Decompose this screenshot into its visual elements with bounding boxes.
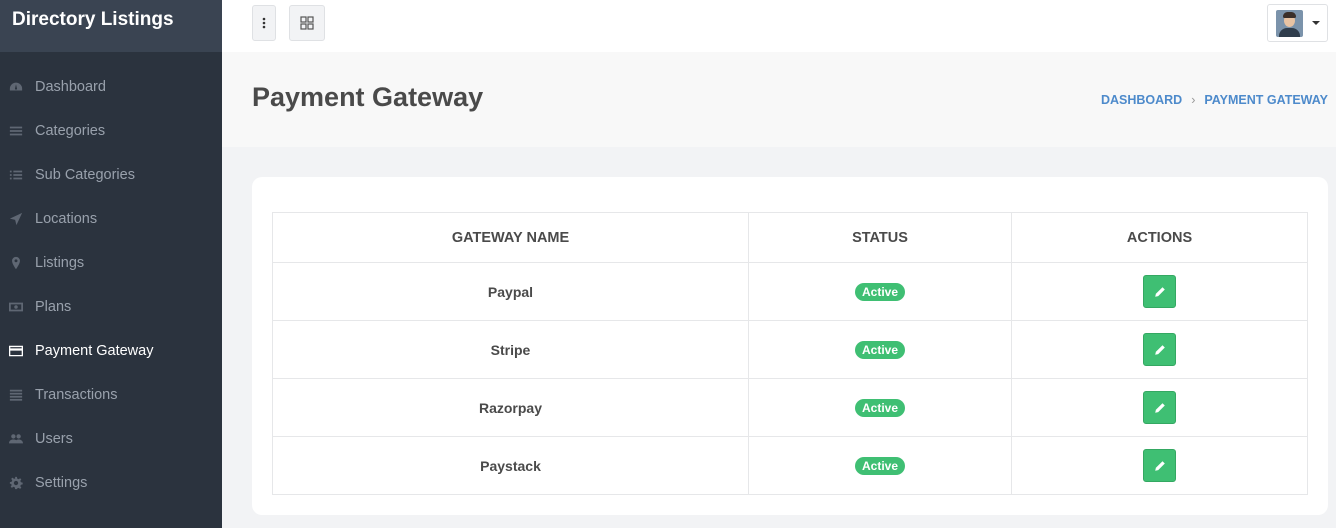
sidebar-item-label: Categories: [35, 123, 106, 139]
actions-cell: [1011, 378, 1308, 437]
list-alt-icon: [8, 387, 24, 403]
gateway-name-cell: Paypal: [272, 262, 749, 321]
dashboard-icon: [8, 79, 24, 95]
sidebar-item-label: Locations: [35, 211, 98, 227]
location-arrow-icon: [8, 211, 24, 227]
status-cell: Active: [748, 320, 1012, 379]
column-header-actions: ACTIONS: [1011, 212, 1308, 263]
page-header: Payment Gateway DASHBOARD › PAYMENT GATE…: [222, 52, 1336, 147]
credit-card-icon: [8, 343, 24, 359]
grid-view-button[interactable]: [289, 5, 325, 41]
sidebar-item-label: Sub Categories: [35, 167, 135, 183]
breadcrumb-current: PAYMENT GATEWAY: [1204, 93, 1328, 107]
list-ul-icon: [8, 167, 24, 183]
map-marker-icon: [8, 255, 24, 271]
sidebar-item-label: Plans: [35, 299, 72, 315]
column-header-gateway-name: GATEWAY NAME: [272, 212, 749, 263]
kebab-icon: [262, 17, 266, 29]
sidebar-item-plans[interactable]: Plans: [0, 285, 222, 329]
breadcrumb: DASHBOARD › PAYMENT GATEWAY: [1101, 93, 1328, 107]
actions-cell: [1011, 436, 1308, 495]
table-row: Stripe Active: [272, 320, 1308, 379]
edit-button[interactable]: [1143, 333, 1176, 366]
sidebar-item-label: Payment Gateway: [35, 343, 154, 359]
column-header-status: STATUS: [748, 212, 1012, 263]
sidebar: Directory Listings Dashboard Categories …: [0, 0, 222, 528]
topbar: [222, 0, 1336, 52]
page-title: Payment Gateway: [252, 82, 484, 112]
table-header-row: GATEWAY NAME STATUS ACTIONS: [272, 212, 1308, 263]
table-row: Paystack Active: [272, 436, 1308, 495]
edit-button[interactable]: [1143, 449, 1176, 482]
gateway-table: GATEWAY NAME STATUS ACTIONS Paypal Activ…: [272, 212, 1308, 495]
sidebar-item-label: Listings: [35, 255, 85, 271]
gateway-card: GATEWAY NAME STATUS ACTIONS Paypal Activ…: [252, 177, 1328, 515]
gear-icon: [8, 475, 24, 491]
sidebar-item-sub-categories[interactable]: Sub Categories: [0, 153, 222, 197]
gateway-name-cell: Paystack: [272, 436, 749, 495]
sidebar-item-payment-gateway[interactable]: Payment Gateway: [0, 329, 222, 373]
pencil-icon: [1154, 344, 1165, 355]
sidebar-item-transactions[interactable]: Transactions: [0, 373, 222, 417]
breadcrumb-dashboard-link[interactable]: DASHBOARD: [1101, 93, 1182, 107]
grid-icon: [300, 16, 314, 30]
sidebar-nav: Dashboard Categories Sub Categories Loca…: [0, 52, 222, 505]
edit-button[interactable]: [1143, 275, 1176, 308]
gateway-name-cell: Razorpay: [272, 378, 749, 437]
user-menu-button[interactable]: [1267, 4, 1328, 42]
edit-button[interactable]: [1143, 391, 1176, 424]
sidebar-item-dashboard[interactable]: Dashboard: [0, 65, 222, 109]
status-cell: Active: [748, 378, 1012, 437]
status-cell: Active: [748, 262, 1012, 321]
sidebar-item-settings[interactable]: Settings: [0, 461, 222, 505]
caret-down-icon: [1311, 21, 1320, 25]
status-badge: Active: [854, 282, 906, 301]
sidebar-item-label: Transactions: [35, 387, 118, 403]
sidebar-item-users[interactable]: Users: [0, 417, 222, 461]
status-cell: Active: [748, 436, 1012, 495]
sidebar-item-label: Dashboard: [35, 79, 106, 95]
pencil-icon: [1154, 460, 1165, 471]
table-row: Paypal Active: [272, 262, 1308, 321]
sidebar-item-listings[interactable]: Listings: [0, 241, 222, 285]
money-icon: [8, 299, 24, 315]
status-badge: Active: [854, 398, 906, 417]
list-icon: [8, 123, 24, 139]
pencil-icon: [1154, 402, 1165, 413]
status-badge: Active: [854, 340, 906, 359]
sidebar-item-label: Settings: [35, 475, 88, 491]
sidebar-item-categories[interactable]: Categories: [0, 109, 222, 153]
actions-cell: [1011, 262, 1308, 321]
more-menu-button[interactable]: [252, 5, 276, 41]
table-row: Razorpay Active: [272, 378, 1308, 437]
chevron-right-icon: ›: [1191, 93, 1196, 107]
actions-cell: [1011, 320, 1308, 379]
sidebar-item-label: Users: [35, 431, 73, 447]
pencil-icon: [1154, 286, 1165, 297]
avatar: [1275, 9, 1303, 37]
status-badge: Active: [854, 456, 906, 475]
gateway-name-cell: Stripe: [272, 320, 749, 379]
users-icon: [8, 431, 24, 447]
sidebar-item-locations[interactable]: Locations: [0, 197, 222, 241]
brand-title[interactable]: Directory Listings: [0, 0, 222, 52]
